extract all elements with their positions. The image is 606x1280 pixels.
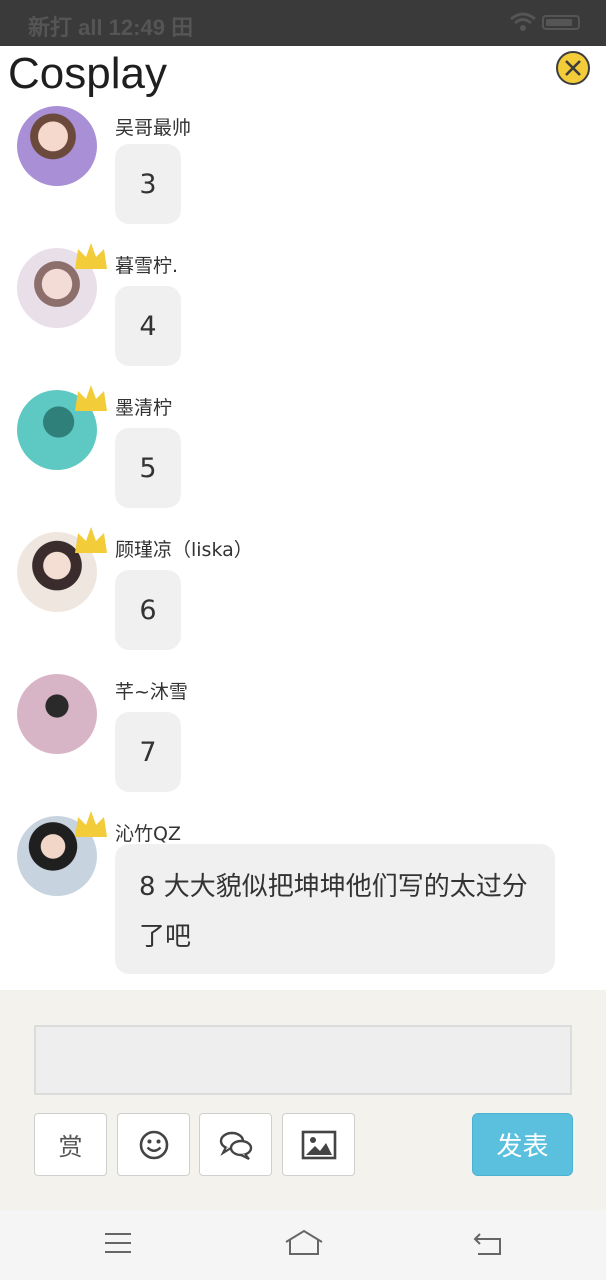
image-icon — [301, 1130, 336, 1159]
message-bubble[interactable]: 6 — [115, 570, 181, 650]
message-text: 5 — [139, 452, 157, 484]
crown-icon — [75, 527, 107, 553]
publish-button[interactable]: 发表 — [472, 1113, 573, 1176]
image-button[interactable] — [282, 1113, 355, 1176]
close-icon — [565, 60, 581, 76]
avatar[interactable] — [17, 674, 97, 754]
message-bubble[interactable]: 4 — [115, 286, 181, 366]
message-text: 7 — [139, 736, 157, 768]
menu-icon[interactable] — [103, 1228, 133, 1258]
reward-button[interactable]: 赏 — [34, 1113, 107, 1176]
emoji-button[interactable] — [117, 1113, 190, 1176]
crown-icon — [75, 243, 107, 269]
message-nickname: 墨清柠 — [115, 397, 173, 419]
message-bubble[interactable]: 8 大大貌似把坤坤他们写的太过分了吧 — [115, 844, 555, 974]
publish-label: 发表 — [496, 1132, 549, 1162]
status-bar: 新打 all 12:49 田 — [0, 0, 606, 46]
speech-bubbles-icon — [219, 1131, 252, 1160]
message-text: 3 — [139, 168, 157, 200]
message-text: 8 大大貌似把坤坤他们写的太过分了吧 — [139, 872, 528, 952]
crown-icon — [75, 811, 107, 837]
message-bubble[interactable]: 7 — [115, 712, 181, 792]
back-icon[interactable] — [472, 1228, 504, 1258]
message-nickname: 吴哥最帅 — [115, 117, 192, 139]
close-button[interactable] — [556, 51, 590, 85]
message-bubble[interactable]: 3 — [115, 144, 181, 224]
message-nickname: 暮雪柠. — [115, 255, 179, 277]
wifi-icon — [510, 12, 536, 31]
status-bar-text: 新打 all 12:49 田 — [28, 15, 194, 40]
status-icons — [510, 12, 580, 34]
message-nickname: 沁竹QZ — [115, 823, 181, 845]
smiley-icon — [139, 1130, 168, 1159]
reward-label: 赏 — [58, 1133, 83, 1161]
message-nickname: 芊~沐雪 — [115, 681, 188, 703]
input-panel: 赏 发表 — [0, 990, 606, 1210]
crown-icon — [75, 385, 107, 411]
chat-button[interactable] — [199, 1113, 272, 1176]
battery-icon — [542, 15, 580, 30]
comment-input[interactable] — [34, 1025, 572, 1095]
page-title: Cosplay — [8, 49, 167, 98]
home-icon[interactable] — [284, 1228, 324, 1258]
message-nickname: 顾瑾凉（liska） — [115, 539, 253, 561]
avatar[interactable] — [17, 106, 97, 186]
message-bubble[interactable]: 5 — [115, 428, 181, 508]
system-nav-bar — [0, 1210, 606, 1280]
message-text: 4 — [139, 310, 157, 342]
message-list[interactable]: 吴哥最帅 3 暮雪柠. 4 墨清柠 5 顾瑾凉（liska） 6 芊~沐雪 7 … — [0, 96, 606, 990]
message-text: 6 — [139, 594, 157, 626]
